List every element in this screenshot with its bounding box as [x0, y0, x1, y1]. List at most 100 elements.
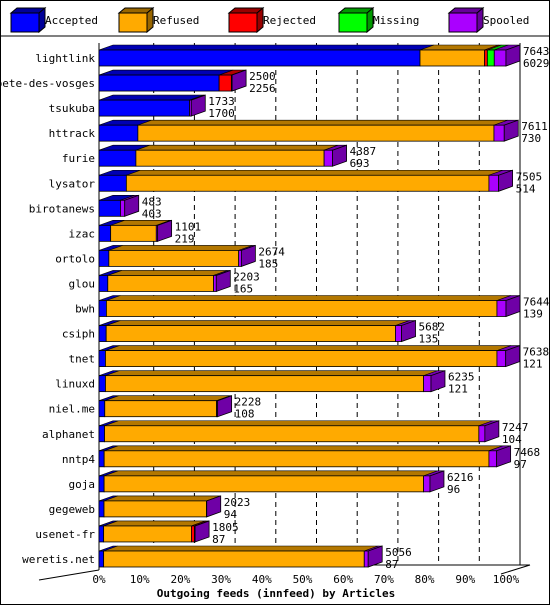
bar-row: niel.me2228108	[49, 396, 261, 421]
bar-segment-rejected	[484, 50, 487, 66]
accepted-label: 165	[233, 282, 253, 295]
bar-row: weretis.net505687	[22, 546, 412, 571]
accepted-label: 219	[175, 232, 195, 245]
bar-row: tsukuba17331700	[49, 95, 235, 120]
legend-swatch	[449, 13, 477, 32]
x-tick-label: 90%	[455, 573, 475, 586]
legend-label: Missing	[373, 14, 419, 27]
accepted-label: 108	[235, 408, 255, 421]
bar-segment-accepted	[99, 301, 106, 317]
bar-top-refused	[138, 120, 508, 125]
accepted-label: 693	[350, 157, 370, 170]
accepted-label: 514	[516, 182, 536, 195]
bar-row: ortolo2674185	[55, 245, 285, 270]
host-label: lightlink	[35, 52, 95, 65]
bar-segment-refused	[105, 351, 497, 367]
bar-segment-spooled	[479, 426, 485, 442]
bar-segment-refused	[106, 326, 395, 342]
legend-label: Accepted	[45, 14, 98, 27]
bar-segment-refused	[104, 526, 192, 542]
bar-row: gegeweb202394	[49, 496, 251, 521]
bar-segment-refused	[104, 451, 489, 467]
bar-segment-accepted	[99, 100, 190, 116]
host-label: birotanews	[29, 202, 95, 215]
accepted-label: 96	[447, 483, 460, 496]
bar-row: lysator7505514	[49, 170, 542, 195]
bar-segment-accepted	[99, 551, 104, 567]
bar-segment-spooled	[497, 351, 506, 367]
host-label: usenet-fr	[35, 528, 95, 541]
host-label: izac	[69, 227, 96, 240]
bar-row: csiph5682135	[62, 321, 445, 346]
bar-row: bwh7644139	[75, 296, 549, 321]
bar-segment-missing	[487, 50, 494, 66]
bar-row: bete-des-vosges25002256	[1, 70, 276, 95]
bar-top-refused	[104, 521, 206, 526]
bar-segment-refused	[105, 426, 479, 442]
bar-top-refused	[108, 270, 228, 275]
x-tick-label: 80%	[415, 573, 435, 586]
bar-top-accepted	[99, 70, 233, 75]
bar-top-refused	[104, 471, 437, 476]
accepted-label: 403	[142, 207, 162, 220]
legend-swatch	[11, 13, 39, 32]
bar-segment-spooled	[489, 451, 497, 467]
x-tick-label: 50%	[293, 573, 313, 586]
bar-row: alphanet7247104	[42, 421, 528, 446]
x-tick-label: 70%	[374, 573, 394, 586]
host-label: furie	[62, 152, 95, 165]
host-label: tsukuba	[49, 102, 95, 115]
accepted-label: 121	[523, 358, 543, 371]
bar-segment-accepted	[99, 125, 138, 141]
x-tick-label: 30%	[211, 573, 231, 586]
bar-segment-refused	[420, 50, 484, 66]
bar-segment-refused	[111, 225, 157, 241]
bar-segment-accepted	[99, 250, 109, 266]
bar-segment-spooled	[120, 200, 124, 216]
bar-segment-accepted	[99, 401, 105, 417]
host-label: lysator	[49, 177, 96, 190]
host-label: goja	[69, 478, 96, 491]
host-label: tnet	[69, 353, 96, 366]
accepted-label: 139	[523, 308, 543, 321]
legend-label: Refused	[153, 14, 199, 27]
bar-top-refused	[105, 371, 437, 376]
bar-segment-spooled	[364, 551, 368, 567]
bar-segment-accepted	[99, 50, 420, 66]
legend-swatch	[119, 13, 147, 32]
bar-top-refused	[104, 446, 503, 451]
bar-segment-accepted	[99, 376, 105, 392]
accepted-label: 94	[224, 508, 238, 521]
bar-segment-accepted	[99, 275, 108, 291]
x-tick-label: 10%	[130, 573, 150, 586]
bar-row: lightlink76436029	[35, 45, 549, 70]
bar-top-refused	[106, 321, 409, 326]
bar-segment-refused	[104, 501, 206, 517]
host-label: httrack	[49, 127, 96, 140]
bar-segment-rejected	[219, 75, 231, 91]
accepted-label: 6029	[523, 57, 549, 70]
floor-left	[39, 570, 99, 580]
bar-segment-spooled	[424, 476, 430, 492]
bar-row: birotanews483403	[29, 195, 162, 220]
host-label: niel.me	[49, 403, 95, 416]
bar-row: glou2203165	[69, 270, 260, 295]
host-label: bete-des-vosges	[1, 77, 95, 90]
bar-segment-spooled	[424, 376, 431, 392]
legend-swatch	[229, 13, 257, 32]
host-label: nntp4	[62, 453, 95, 466]
bar-segment-accepted	[99, 476, 104, 492]
bar-segment-accepted	[99, 75, 219, 91]
bar-top-accepted	[99, 95, 204, 100]
bar-segment-refused	[105, 401, 217, 417]
bar-segment-accepted	[99, 326, 106, 342]
bar-segment-spooled	[494, 50, 506, 66]
bar-segment-accepted	[99, 150, 136, 166]
x-axis-label: Outgoing feeds (innfeed) by Articles	[157, 587, 395, 600]
bar-top-refused	[105, 346, 511, 351]
accepted-label: 104	[502, 433, 522, 446]
bar-row: usenet-fr180587	[35, 521, 238, 546]
chart-svg: AcceptedRefusedRejectedMissingSpooled0%1…	[1, 1, 549, 604]
accepted-label: 97	[514, 458, 527, 471]
accepted-label: 1700	[208, 107, 235, 120]
